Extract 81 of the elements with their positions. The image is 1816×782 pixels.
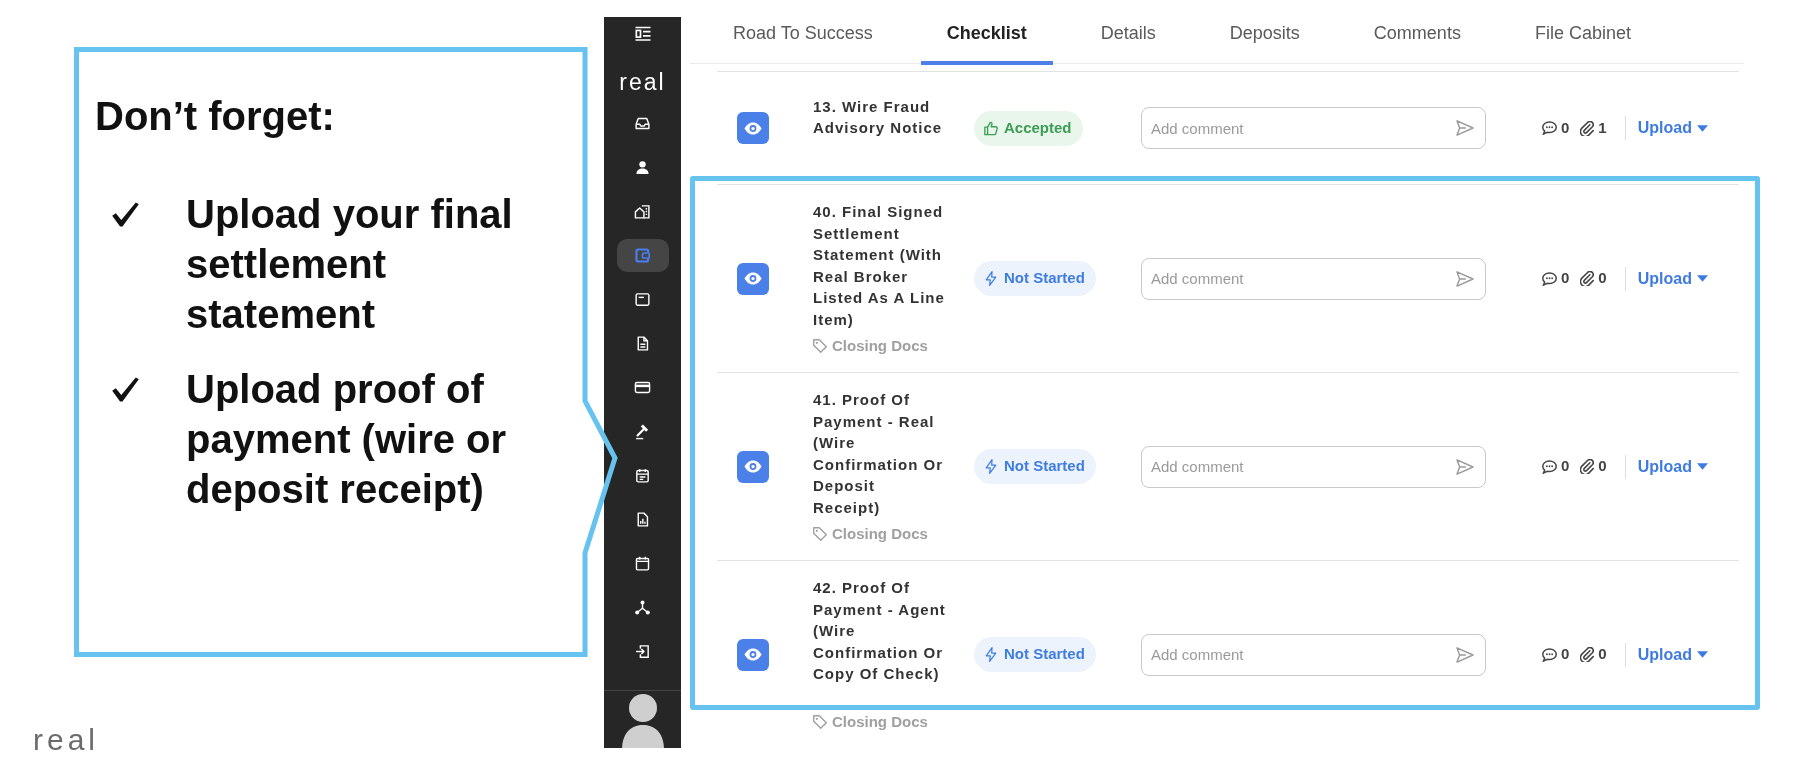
logo: real	[619, 70, 666, 94]
tab[interactable]: Details	[1074, 0, 1182, 65]
status-label: Not Started	[1004, 268, 1085, 289]
tab[interactable]: Comments	[1347, 0, 1487, 65]
comment-field[interactable]: Add comment	[1141, 633, 1486, 676]
person-icon	[634, 158, 651, 176]
wallet-icon	[634, 246, 651, 264]
paperclip-icon	[1580, 271, 1595, 286]
tab[interactable]: File Cabinet	[1508, 0, 1657, 65]
upload-button[interactable]: Upload	[1637, 642, 1708, 667]
category-tag: Closing Docs	[832, 522, 928, 546]
caret-icon	[1696, 275, 1708, 282]
eye-icon	[744, 648, 762, 661]
send-icon[interactable]	[1456, 120, 1474, 136]
category-tag: Closing Docs	[832, 334, 928, 358]
comment-count: 0	[1561, 644, 1570, 665]
attachment-count: 0	[1598, 456, 1607, 477]
status-label: Not Started	[1004, 644, 1085, 665]
comment-count: 0	[1561, 456, 1570, 477]
view-button[interactable]	[737, 638, 769, 671]
lightning-icon	[984, 647, 998, 662]
view-button[interactable]	[737, 112, 769, 144]
attachment-count: 1	[1598, 117, 1607, 138]
status-label: Accepted	[1004, 117, 1072, 138]
planner-icon	[634, 466, 651, 484]
lightning-icon	[984, 459, 998, 474]
comment-count: 0	[1561, 268, 1570, 289]
tag-icon	[813, 339, 827, 353]
send-icon[interactable]	[1456, 646, 1474, 663]
view-button[interactable]	[737, 262, 769, 295]
paperclip-icon	[1580, 120, 1595, 136]
lightning-icon	[984, 271, 998, 286]
category-tag: Closing Docs	[832, 710, 928, 734]
avatar-icon[interactable]	[620, 692, 665, 748]
checklist-item-title: 42. Proof Of Payment - Agent (Wire Confirmation Or Copy Of Check)	[813, 578, 947, 684]
callout-item: Upload proof of payment (wire or deposit receipt)	[186, 366, 508, 513]
check-icon	[111, 376, 140, 403]
view-button[interactable]	[737, 450, 769, 483]
network-icon	[634, 598, 651, 616]
checklist-item-title: 13. Wire Fraud Advisory Notice	[813, 96, 944, 138]
thumbs-up-icon	[984, 120, 998, 136]
tag-icon	[813, 715, 827, 729]
gavel-icon	[634, 422, 651, 440]
tab[interactable]: Checklist	[920, 0, 1053, 65]
status-label: Not Started	[1004, 456, 1085, 477]
upload-button[interactable]: Upload	[1637, 116, 1708, 140]
chat-bubble-icon	[1542, 121, 1557, 135]
caret-icon	[1696, 651, 1708, 658]
tab[interactable]: Road To Success	[707, 0, 899, 65]
attachment-count: 0	[1598, 644, 1607, 665]
callout-item: Upload your final settlement statement	[186, 191, 514, 338]
eye-icon	[744, 272, 762, 285]
calendar-icon	[634, 554, 651, 572]
upload-button[interactable]: Upload	[1637, 454, 1708, 479]
login-icon	[634, 642, 651, 660]
caret-icon	[1696, 124, 1708, 132]
chat-bubble-icon	[1542, 271, 1557, 286]
building-icon	[634, 202, 651, 220]
attachment-count: 0	[1598, 268, 1607, 289]
logo: real	[33, 724, 100, 756]
eye-icon	[744, 460, 762, 473]
send-icon[interactable]	[1456, 270, 1474, 287]
callout-heading: Don’t forget:	[95, 93, 335, 140]
window-icon	[634, 290, 651, 308]
eye-icon	[744, 121, 762, 135]
comment-field[interactable]: Add comment	[1141, 445, 1486, 488]
send-icon[interactable]	[1456, 458, 1474, 475]
comment-field[interactable]: Add comment	[1141, 107, 1486, 149]
checklist-item-title: 40. Final Signed Settlement Statement (With Real Broker Listed As A Line Item)	[813, 202, 946, 330]
check-icon	[111, 201, 140, 228]
paperclip-icon	[1580, 459, 1595, 474]
chat-bubble-icon	[1542, 647, 1557, 662]
caret-icon	[1696, 463, 1708, 470]
checklist-item-title: 41. Proof Of Payment - Real (Wire Confirmation Or Deposit Receipt)	[813, 390, 944, 518]
tab[interactable]: Deposits	[1203, 0, 1326, 65]
paperclip-icon	[1580, 647, 1595, 662]
upload-button[interactable]: Upload	[1637, 266, 1708, 291]
comment-field[interactable]: Add comment	[1141, 257, 1486, 300]
comment-count: 0	[1561, 117, 1570, 138]
chat-bubble-icon	[1542, 459, 1557, 474]
tag-icon	[813, 527, 827, 541]
